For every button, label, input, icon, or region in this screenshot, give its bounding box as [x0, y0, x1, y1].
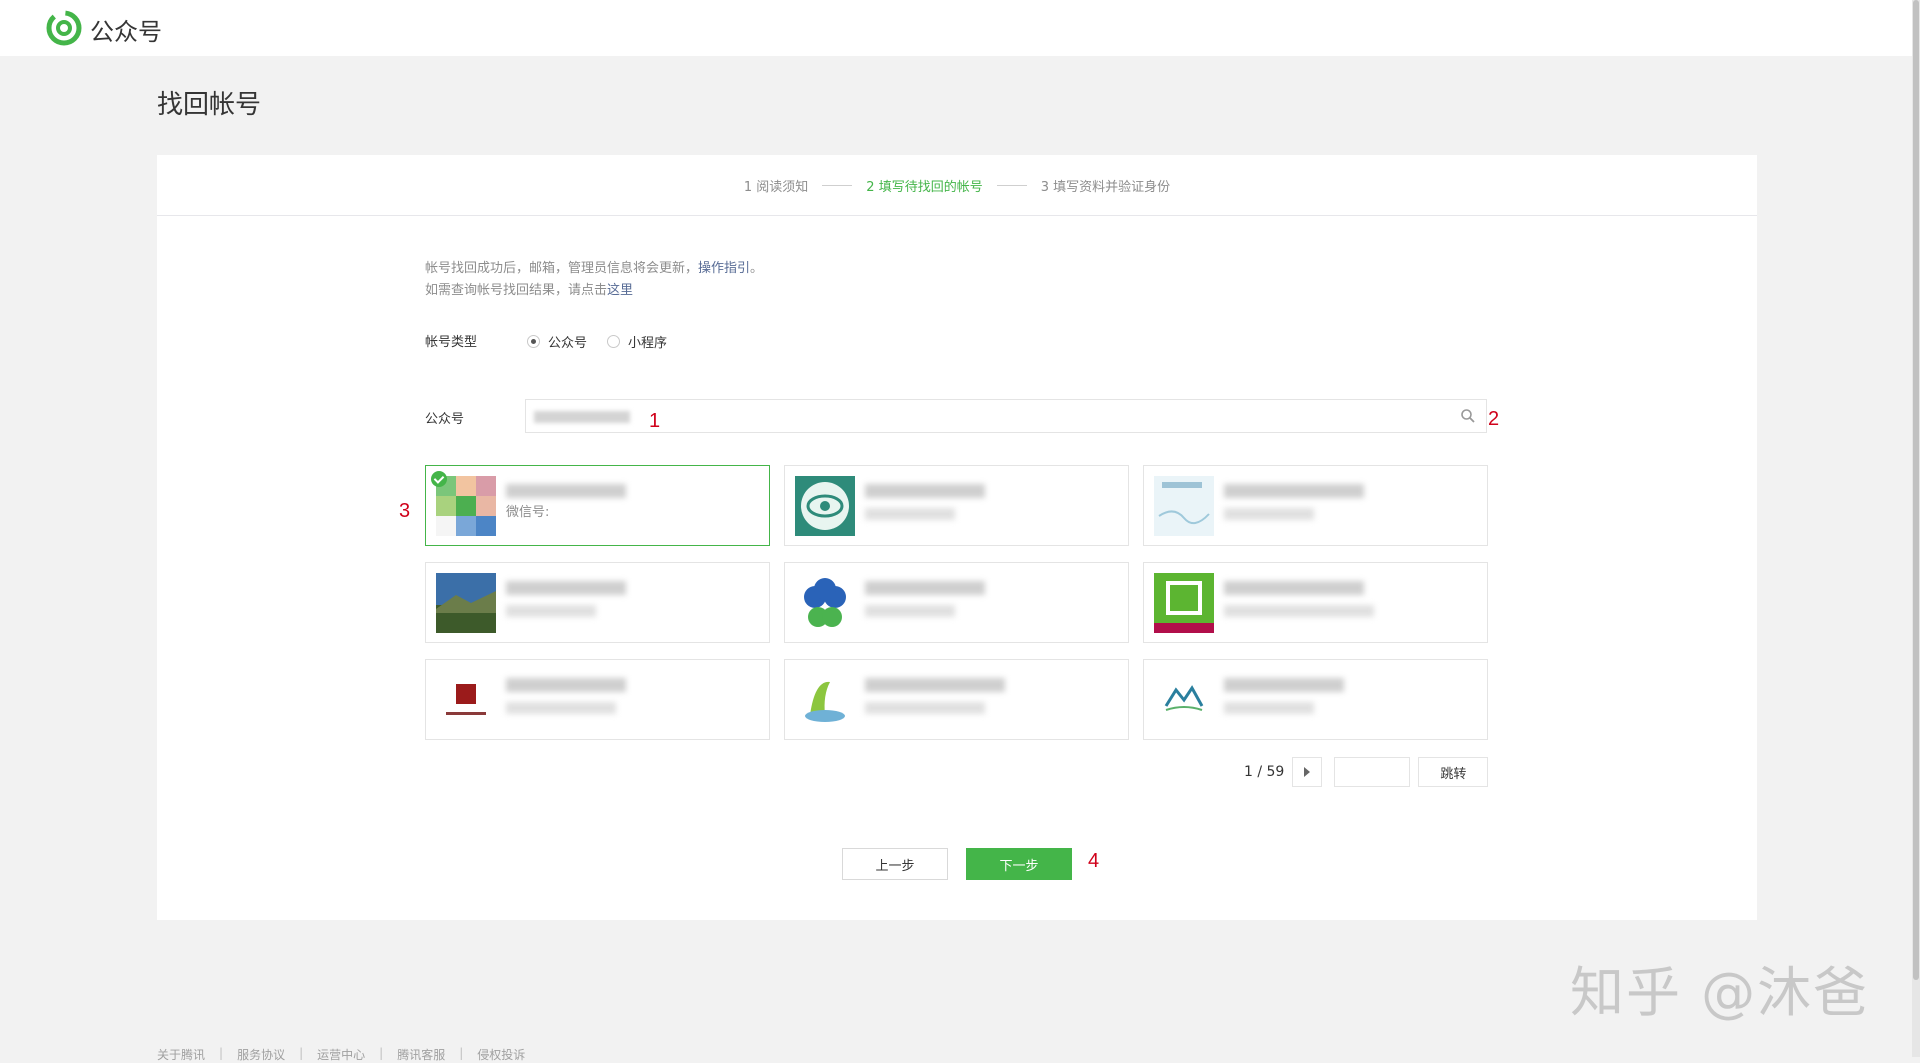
account-id-blurred	[865, 508, 955, 520]
account-id-blurred	[1224, 508, 1314, 520]
account-avatar-river-logo	[1154, 670, 1214, 730]
account-name-blurred	[865, 678, 1005, 692]
account-card[interactable]	[784, 562, 1129, 643]
footer-links: 关于腾讯 | 服务协议 | 运营中心 | 腾讯客服 | 侵权投诉	[157, 1046, 526, 1063]
account-avatar-landscape	[436, 573, 496, 633]
wechat-id-label: 微信号:	[506, 505, 550, 520]
account-name-blurred	[1224, 678, 1344, 692]
notice-text: 帐号找回成功后，邮箱，管理员信息将会更新，操作指引。 如需查询帐号找回结果，请点…	[425, 258, 763, 302]
wechat-mp-logo-icon[interactable]	[46, 10, 82, 46]
logo-text[interactable]: 公众号	[90, 12, 162, 47]
account-search-input[interactable]	[525, 399, 1487, 433]
account-card[interactable]	[784, 465, 1129, 546]
account-card-selected[interactable]: 微信号:	[425, 465, 770, 546]
account-card[interactable]	[425, 562, 770, 643]
step-1: 1 阅读须知	[743, 179, 809, 195]
account-avatar-tong-logo	[1154, 573, 1214, 633]
zhihu-watermark: 知乎 @沐爸	[1570, 961, 1870, 1024]
account-id-blurred	[865, 702, 985, 714]
notice-line2: 如需查询帐号找回结果，请点击	[425, 283, 608, 298]
page-jump-input[interactable]	[1334, 757, 1411, 787]
account-name-blurred	[865, 484, 985, 498]
footer-link-about[interactable]: 关于腾讯	[157, 1046, 205, 1063]
step-2: 2 填写待找回的帐号	[866, 179, 983, 195]
step-divider	[822, 184, 853, 186]
next-step-button[interactable]: 下一步	[966, 848, 1072, 880]
step-divider	[996, 184, 1027, 186]
page-jump-button[interactable]: 跳转	[1418, 757, 1489, 787]
scrollbar-thumb[interactable]	[1913, 0, 1919, 980]
account-name-blurred	[506, 484, 626, 498]
radio-official-account-label[interactable]: 公众号	[548, 332, 587, 351]
main-card: 1 阅读须知 2 填写待找回的帐号 3 填写资料并验证身份 帐号找回成功后，邮箱…	[157, 155, 1757, 920]
account-avatar-eye-logo	[795, 476, 855, 536]
radio-mini-program-label[interactable]: 小程序	[628, 332, 667, 351]
step-indicator: 1 阅读须知 2 填写待找回的帐号 3 填写资料并验证身份	[157, 155, 1757, 216]
account-avatar-seal-logo	[436, 670, 496, 730]
radio-mini-program[interactable]	[607, 335, 621, 348]
annotation-2: 2	[1488, 408, 1500, 430]
search-input-blurred-value	[534, 411, 630, 423]
account-name-blurred	[1224, 581, 1364, 595]
account-name-blurred	[506, 678, 626, 692]
footer-link-terms[interactable]: 服务协议	[237, 1046, 285, 1063]
prev-step-button[interactable]: 上一步	[842, 848, 948, 880]
account-id-blurred	[506, 605, 596, 617]
footer-link-operations[interactable]: 运营中心	[317, 1046, 365, 1063]
page-title: 找回帐号	[157, 90, 262, 120]
account-type-label: 帐号类型	[425, 335, 478, 350]
account-card[interactable]	[1143, 659, 1488, 740]
account-id-blurred	[1224, 605, 1374, 617]
page-scrollbar[interactable]	[1912, 0, 1920, 1057]
annotation-3: 3	[399, 500, 411, 522]
account-type-radio-group: 公众号 小程序	[527, 332, 667, 351]
footer-link-support[interactable]: 腾讯客服	[397, 1046, 445, 1063]
account-avatar-mosaic	[436, 476, 496, 536]
top-bar: 公众号	[0, 0, 1912, 56]
account-name-blurred	[506, 581, 626, 595]
account-card[interactable]	[784, 659, 1129, 740]
account-card[interactable]	[1143, 465, 1488, 546]
search-icon[interactable]	[1460, 408, 1476, 424]
account-avatar-flower-logo	[795, 573, 855, 633]
page-indicator: 1 / 59	[1244, 764, 1285, 780]
step-3: 3 填写资料并验证身份	[1040, 179, 1171, 195]
account-avatar-waterfall-logo	[795, 670, 855, 730]
search-label: 公众号	[425, 412, 465, 427]
account-name-blurred	[1224, 484, 1364, 498]
account-id-blurred	[865, 605, 955, 617]
pagination: 1 / 59 跳转	[1244, 756, 1489, 788]
notice-line1-end: 。	[750, 261, 764, 276]
annotation-4: 4	[1088, 850, 1100, 872]
notice-line1: 帐号找回成功后，邮箱，管理员信息将会更新，	[425, 261, 699, 276]
account-card[interactable]	[425, 659, 770, 740]
footer-link-infringement[interactable]: 侵权投诉	[477, 1046, 525, 1063]
annotation-1: 1	[649, 410, 661, 432]
query-result-link[interactable]: 这里	[607, 283, 633, 298]
selected-check-icon	[431, 471, 447, 487]
account-name-blurred	[865, 581, 985, 595]
next-page-button[interactable]	[1292, 757, 1323, 787]
account-card[interactable]	[1143, 562, 1488, 643]
account-id-blurred	[506, 702, 616, 714]
guide-link[interactable]: 操作指引	[698, 261, 750, 276]
account-id-blurred	[1224, 702, 1314, 714]
account-avatar-map	[1154, 476, 1214, 536]
radio-official-account[interactable]	[527, 335, 540, 348]
